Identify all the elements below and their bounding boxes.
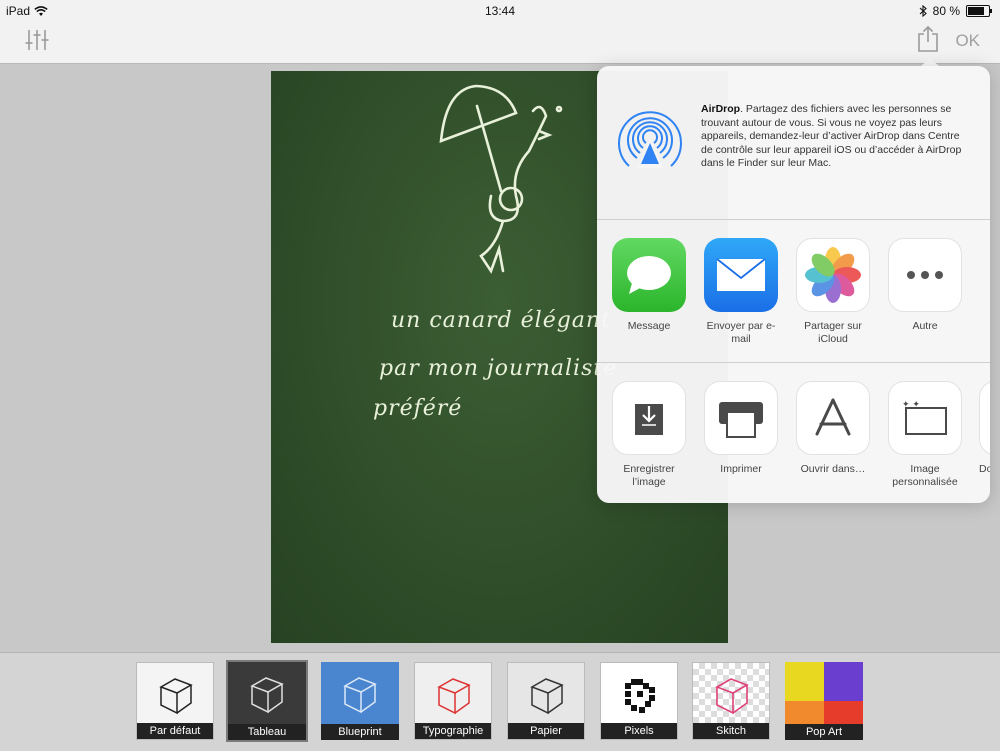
- share-sheet: AirDrop. Partagez des fichiers avec les …: [597, 66, 990, 503]
- share-message[interactable]: Message: [611, 238, 687, 333]
- airdrop-icon: [618, 111, 682, 168]
- filter-typographie[interactable]: Typographie: [414, 662, 492, 740]
- battery-icon: [966, 5, 992, 17]
- save-image-icon: [612, 381, 686, 455]
- app-share-row: Message Envoyer par e-mail Partager sur …: [597, 220, 990, 363]
- share-button[interactable]: [917, 25, 939, 58]
- cube-icon: [715, 678, 749, 715]
- action-partial-label: Do: [979, 463, 990, 475]
- filter-label: Papier: [508, 723, 584, 739]
- action-print-label: Imprimer: [720, 463, 762, 475]
- action-save-image[interactable]: Enregistrer l’image: [611, 381, 687, 489]
- share-mail[interactable]: Envoyer par e-mail: [703, 238, 779, 346]
- action-custom-image[interactable]: ✦ ✦ Image personnalisée: [887, 381, 963, 489]
- sliders-icon: [25, 30, 49, 50]
- action-print[interactable]: Imprimer: [703, 381, 779, 476]
- pixel-cube-icon: [625, 679, 655, 713]
- share-more-label: Autre: [912, 320, 938, 332]
- svg-text:✦ ✦: ✦ ✦: [902, 400, 920, 410]
- bluetooth-icon: [919, 5, 927, 17]
- airdrop-section[interactable]: AirDrop. Partagez des fichiers avec les …: [597, 66, 990, 220]
- filter-blueprint[interactable]: Blueprint: [321, 662, 399, 740]
- printer-icon: [704, 381, 778, 455]
- custom-image-icon: ✦ ✦: [888, 381, 962, 455]
- filter-tableau[interactable]: Tableau: [226, 660, 308, 742]
- filter-papier[interactable]: Papier: [507, 662, 585, 740]
- share-icloud[interactable]: Partager sur iCloud: [795, 238, 871, 346]
- chalk-line-2: par mon journaliste: [379, 356, 618, 381]
- more-icon: [888, 238, 962, 312]
- share-more[interactable]: Autre: [887, 238, 963, 333]
- message-icon: [612, 238, 686, 312]
- app-store-icon: [796, 381, 870, 455]
- filter-pixels[interactable]: Pixels: [600, 662, 678, 740]
- partial-action-icon: [979, 381, 990, 455]
- filter-label: Tableau: [228, 724, 306, 740]
- filter-strip: Par défaut Tableau Blueprint Typographie…: [0, 652, 1000, 751]
- filter-label: Par défaut: [137, 723, 213, 739]
- share-mail-label: Envoyer par e-mail: [706, 320, 776, 345]
- airdrop-title: AirDrop: [701, 103, 741, 115]
- filter-label: Skitch: [693, 723, 769, 739]
- airdrop-body: . Partagez des fichiers avec les personn…: [701, 103, 962, 169]
- action-partial[interactable]: Do: [979, 381, 990, 476]
- filter-label: Typographie: [415, 723, 491, 739]
- share-message-label: Message: [627, 320, 671, 332]
- filter-label: Pop Art: [785, 724, 863, 740]
- cube-icon: [530, 678, 564, 715]
- filter-par-defaut[interactable]: Par défaut: [136, 662, 214, 740]
- cube-icon: [159, 678, 193, 715]
- filter-label: Pixels: [601, 723, 677, 739]
- cube-icon: [343, 677, 377, 714]
- mail-icon: [704, 238, 778, 312]
- action-row: Enregistrer l’image Imprimer Ouvrir dans…: [597, 363, 990, 503]
- adjust-button[interactable]: [24, 28, 50, 57]
- pop-art-tile: [785, 662, 824, 701]
- cube-icon: [250, 677, 284, 714]
- filter-skitch[interactable]: Skitch: [692, 662, 770, 740]
- battery-percent: 80 %: [932, 4, 960, 18]
- pop-art-tile: [824, 662, 863, 701]
- share-icon: [918, 25, 938, 52]
- cube-icon: [437, 678, 471, 715]
- photos-icon: [796, 238, 870, 312]
- chalk-line-3: préféré: [373, 396, 463, 421]
- ok-button[interactable]: OK: [955, 31, 980, 51]
- airdrop-description: AirDrop. Partagez des fichiers avec les …: [701, 103, 973, 171]
- share-icloud-label: Partager sur iCloud: [804, 320, 862, 345]
- filter-label: Blueprint: [321, 724, 399, 740]
- clock: 13:44: [484, 4, 516, 18]
- top-toolbar: iPad 13:44 80 % OK: [0, 0, 1000, 64]
- action-open-in[interactable]: Ouvrir dans…: [795, 381, 871, 476]
- action-save-image-label: Enregistrer l’image: [623, 463, 675, 488]
- action-open-in-label: Ouvrir dans…: [800, 463, 866, 475]
- filter-pop-art[interactable]: Pop Art: [785, 662, 863, 740]
- action-custom-image-label: Image personnalisée: [892, 463, 958, 488]
- chalk-line-1: un canard élégant: [391, 308, 611, 333]
- status-right: 80 %: [919, 4, 992, 18]
